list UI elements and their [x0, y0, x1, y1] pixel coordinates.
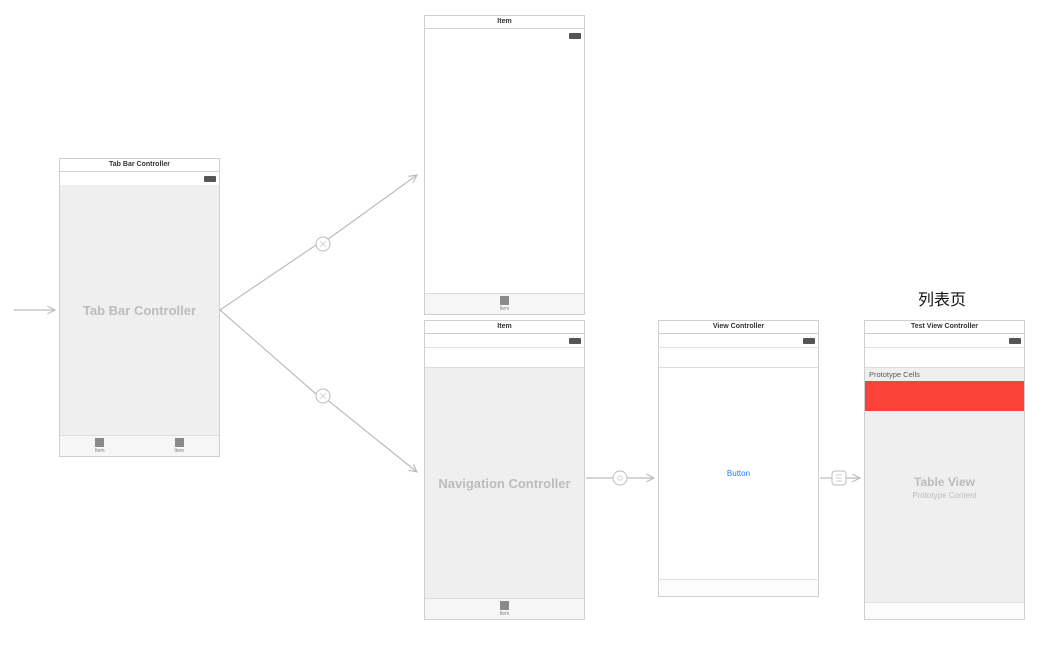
- square-icon: [95, 438, 104, 447]
- table-view-subtitle: Prototype Content: [865, 491, 1024, 500]
- navigation-bar: [659, 347, 818, 368]
- scene-item-1[interactable]: Item Item: [424, 15, 585, 315]
- placeholder-title: Navigation Controller: [438, 476, 570, 491]
- scene-body: Tab Bar Controller: [60, 185, 219, 435]
- scene-body: Navigation Controller: [425, 368, 584, 598]
- prototype-cell[interactable]: [865, 381, 1024, 411]
- battery-icon: [204, 176, 216, 182]
- floating-annotation: 列表页: [918, 286, 966, 310]
- tab-item[interactable]: Item: [500, 601, 510, 617]
- scene-view-controller[interactable]: View Controller Button: [658, 320, 819, 597]
- square-icon: [175, 438, 184, 447]
- tab-bar: Item Item: [60, 435, 219, 456]
- status-bar: [865, 334, 1024, 347]
- battery-icon: [569, 338, 581, 344]
- scene-navigation-controller[interactable]: Item Navigation Controller Item: [424, 320, 585, 620]
- tab-label: Item: [174, 448, 184, 454]
- battery-icon: [1009, 338, 1021, 344]
- tab-label: Item: [95, 448, 105, 454]
- prototype-cells-label: Prototype Cells: [865, 368, 1024, 381]
- table-view-title: Table View: [865, 475, 1024, 489]
- tab-bar: Item: [425, 598, 584, 619]
- battery-icon: [569, 33, 581, 39]
- tab-label: Item: [500, 611, 510, 617]
- battery-icon: [803, 338, 815, 344]
- scene-body: [425, 42, 584, 293]
- scene-title: Tab Bar Controller: [60, 159, 219, 172]
- scene-title: Test View Controller: [865, 321, 1024, 334]
- square-icon: [500, 296, 509, 305]
- status-bar: [425, 334, 584, 347]
- tab-item-2[interactable]: Item: [174, 438, 184, 454]
- tab-bar-placeholder: [659, 579, 818, 596]
- scene-title: View Controller: [659, 321, 818, 334]
- scene-body: Button: [659, 368, 818, 579]
- navigation-bar: [425, 347, 584, 368]
- square-icon: [500, 601, 509, 610]
- button[interactable]: Button: [727, 469, 750, 478]
- status-bar: [60, 172, 219, 185]
- tab-item[interactable]: Item: [500, 296, 510, 312]
- scene-title: Item: [425, 16, 584, 29]
- tab-bar-placeholder: [865, 602, 1024, 619]
- tab-item-1[interactable]: Item: [95, 438, 105, 454]
- tab-label: Item: [500, 306, 510, 312]
- status-bar: [659, 334, 818, 347]
- scene-test-view-controller[interactable]: Test View Controller Prototype Cells Tab…: [864, 320, 1025, 620]
- table-view-body: Prototype Cells Table View Prototype Con…: [865, 368, 1024, 602]
- placeholder-title: Tab Bar Controller: [83, 303, 196, 318]
- navigation-bar: [865, 347, 1024, 368]
- scene-tab-bar-controller[interactable]: Tab Bar Controller Tab Bar Controller It…: [59, 158, 220, 457]
- status-bar: [425, 29, 584, 42]
- scene-title: Item: [425, 321, 584, 334]
- tab-bar: Item: [425, 293, 584, 314]
